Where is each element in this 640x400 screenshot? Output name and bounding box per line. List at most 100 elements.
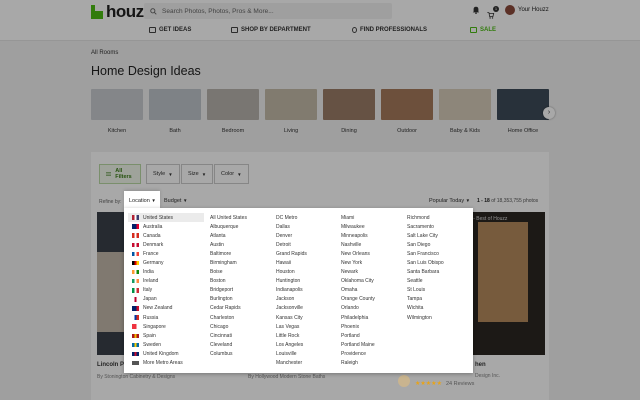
location-option-newark[interactable]: Newark [341, 268, 375, 277]
location-option-boston[interactable]: Boston [210, 277, 247, 286]
card-title[interactable]: hen [475, 362, 486, 368]
location-option-more-metro-areas[interactable]: More Metro Areas [132, 359, 212, 368]
location-option-detroit[interactable]: Detroit [276, 240, 307, 249]
location-option-richmond[interactable]: Richmond [407, 213, 444, 222]
location-option-japan[interactable]: Japan [132, 295, 212, 304]
flag-icon [132, 351, 139, 357]
metro-column-4: Richmond Sacramento Salt Lake City San Dieg… [407, 213, 444, 322]
location-option-huntington[interactable]: Huntington [276, 277, 307, 286]
pro-avatar[interactable] [398, 375, 410, 387]
location-option-omaha[interactable]: Omaha [341, 286, 375, 295]
location-option-india[interactable]: India [132, 268, 212, 277]
flag-icon [132, 342, 139, 348]
location-option-sweden[interactable]: Sweden [132, 340, 212, 349]
location-option-milwaukee[interactable]: Milwaukee [341, 222, 375, 231]
location-option-baltimore[interactable]: Baltimore [210, 249, 247, 258]
location-option-burlington[interactable]: Burlington [210, 295, 247, 304]
location-option-columbus[interactable]: Columbus [210, 349, 247, 358]
card-subtitle[interactable]: By Hollywood Modern Stone Baths [248, 374, 325, 380]
location-option-jacksonville[interactable]: Jacksonville [276, 304, 307, 313]
location-option-chicago[interactable]: Chicago [210, 322, 247, 331]
location-option-seattle[interactable]: Seattle [407, 277, 444, 286]
country-column: United States Australia Canada Denmark Franc… [128, 213, 212, 368]
location-option-ireland[interactable]: Ireland [132, 277, 212, 286]
location-option-australia[interactable]: Australia [132, 222, 212, 231]
location-option-orange-county[interactable]: Orange County [341, 295, 375, 304]
location-option-portland[interactable]: Portland [341, 331, 375, 340]
location-option-santa-barbara[interactable]: Santa Barbara [407, 268, 444, 277]
location-option-grand-rapids[interactable]: Grand Rapids [276, 249, 307, 258]
option-label: Italy [143, 287, 153, 294]
location-option-philadelphia[interactable]: Philadelphia [341, 313, 375, 322]
location-option-italy[interactable]: Italy [132, 286, 212, 295]
metro-column-3: Miami Milwaukee Minneapolis Nashville New Or… [341, 213, 375, 368]
location-option-boise[interactable]: Boise [210, 268, 247, 277]
location-option-little-rock[interactable]: Little Rock [276, 331, 307, 340]
location-option-austin[interactable]: Austin [210, 240, 247, 249]
location-option-cedar-rapids[interactable]: Cedar Rapids [210, 304, 247, 313]
location-option-spain[interactable]: Spain [132, 331, 212, 340]
location-option-miami[interactable]: Miami [341, 213, 375, 222]
location-option-cleveland[interactable]: Cleveland [210, 340, 247, 349]
location-option-france[interactable]: France [132, 249, 212, 258]
location-option-sacramento[interactable]: Sacramento [407, 222, 444, 231]
location-option-hawaii[interactable]: Hawaii [276, 258, 307, 267]
location-option-oklahoma-city[interactable]: Oklahoma City [341, 277, 375, 286]
location-option-phoenix[interactable]: Phoenix [341, 322, 375, 331]
location-option-germany[interactable]: Germany [132, 258, 212, 267]
location-option-indianapolis[interactable]: Indianapolis [276, 286, 307, 295]
location-option-providence[interactable]: Providence [341, 349, 375, 358]
location-option-portland-maine[interactable]: Portland Maine [341, 340, 375, 349]
location-option-tampa[interactable]: Tampa [407, 295, 444, 304]
location-option-minneapolis[interactable]: Minneapolis [341, 231, 375, 240]
location-option-atlanta[interactable]: Atlanta [210, 231, 247, 240]
option-label: Canada [143, 232, 161, 239]
review-count[interactable]: 24 Reviews [446, 381, 474, 387]
location-option-bridgeport[interactable]: Bridgeport [210, 286, 247, 295]
location-option-albuquerque[interactable]: Albuquerque [210, 222, 247, 231]
option-label: New Zealand [143, 305, 173, 312]
option-label: Germany [143, 260, 164, 267]
location-option-russia[interactable]: Russia [132, 313, 212, 322]
location-option-los-angeles[interactable]: Los Angeles [276, 340, 307, 349]
location-option-singapore[interactable]: Singapore [132, 322, 212, 331]
location-option-las-vegas[interactable]: Las Vegas [276, 322, 307, 331]
location-option-nashville[interactable]: Nashville [341, 240, 375, 249]
option-label: Australia [143, 223, 163, 230]
flag-icon [132, 360, 139, 366]
location-option-dc-metro[interactable]: DC Metro [276, 213, 307, 222]
location-option-raleigh[interactable]: Raleigh [341, 359, 375, 368]
location-option-san-francisco[interactable]: San Francisco [407, 249, 444, 258]
location-option-cincinnati[interactable]: Cincinnati [210, 331, 247, 340]
location-option-kansas-city[interactable]: Kansas City [276, 313, 307, 322]
location-option-new-york[interactable]: New York [341, 258, 375, 267]
location-option-orlando[interactable]: Orlando [341, 304, 375, 313]
option-label: Spain [143, 332, 156, 339]
location-option-united-kingdom[interactable]: United Kingdom [132, 349, 212, 358]
location-option-jackson[interactable]: Jackson [276, 295, 307, 304]
card-subtitle[interactable]: By Stonington Cabinetry & Designs [97, 374, 175, 380]
location-option-dallas[interactable]: Dallas [276, 222, 307, 231]
location-option-wilmington[interactable]: Wilmington [407, 313, 444, 322]
location-option-united-states[interactable]: United States [128, 213, 204, 223]
card-subtitle[interactable]: Design Inc. [475, 373, 500, 379]
location-option-new-zealand[interactable]: New Zealand [132, 304, 212, 313]
location-option-new-orleans[interactable]: New Orleans [341, 249, 375, 258]
location-option-louisville[interactable]: Louisville [276, 349, 307, 358]
location-option-houston[interactable]: Houston [276, 268, 307, 277]
location-option-canada[interactable]: Canada [132, 231, 212, 240]
location-option-denmark[interactable]: Denmark [132, 240, 212, 249]
card-title[interactable]: Lincoln Pr [97, 362, 126, 368]
star-rating: ★ ★ ★ ★ ★ 24 Reviews [415, 380, 474, 388]
flag-icon [132, 269, 139, 275]
location-option-manchester[interactable]: Manchester [276, 359, 307, 368]
location-option-wichita[interactable]: Wichita [407, 304, 444, 313]
location-option-all-united-states[interactable]: All United States [210, 213, 247, 222]
location-option-birmingham[interactable]: Birmingham [210, 258, 247, 267]
location-option-san-luis-obispo[interactable]: San Luis Obispo [407, 258, 444, 267]
location-option-salt-lake-city[interactable]: Salt Lake City [407, 231, 444, 240]
location-option-st-louis[interactable]: St Louis [407, 286, 444, 295]
location-option-charleston[interactable]: Charleston [210, 313, 247, 322]
location-option-san-diego[interactable]: San Diego [407, 240, 444, 249]
location-option-denver[interactable]: Denver [276, 231, 307, 240]
